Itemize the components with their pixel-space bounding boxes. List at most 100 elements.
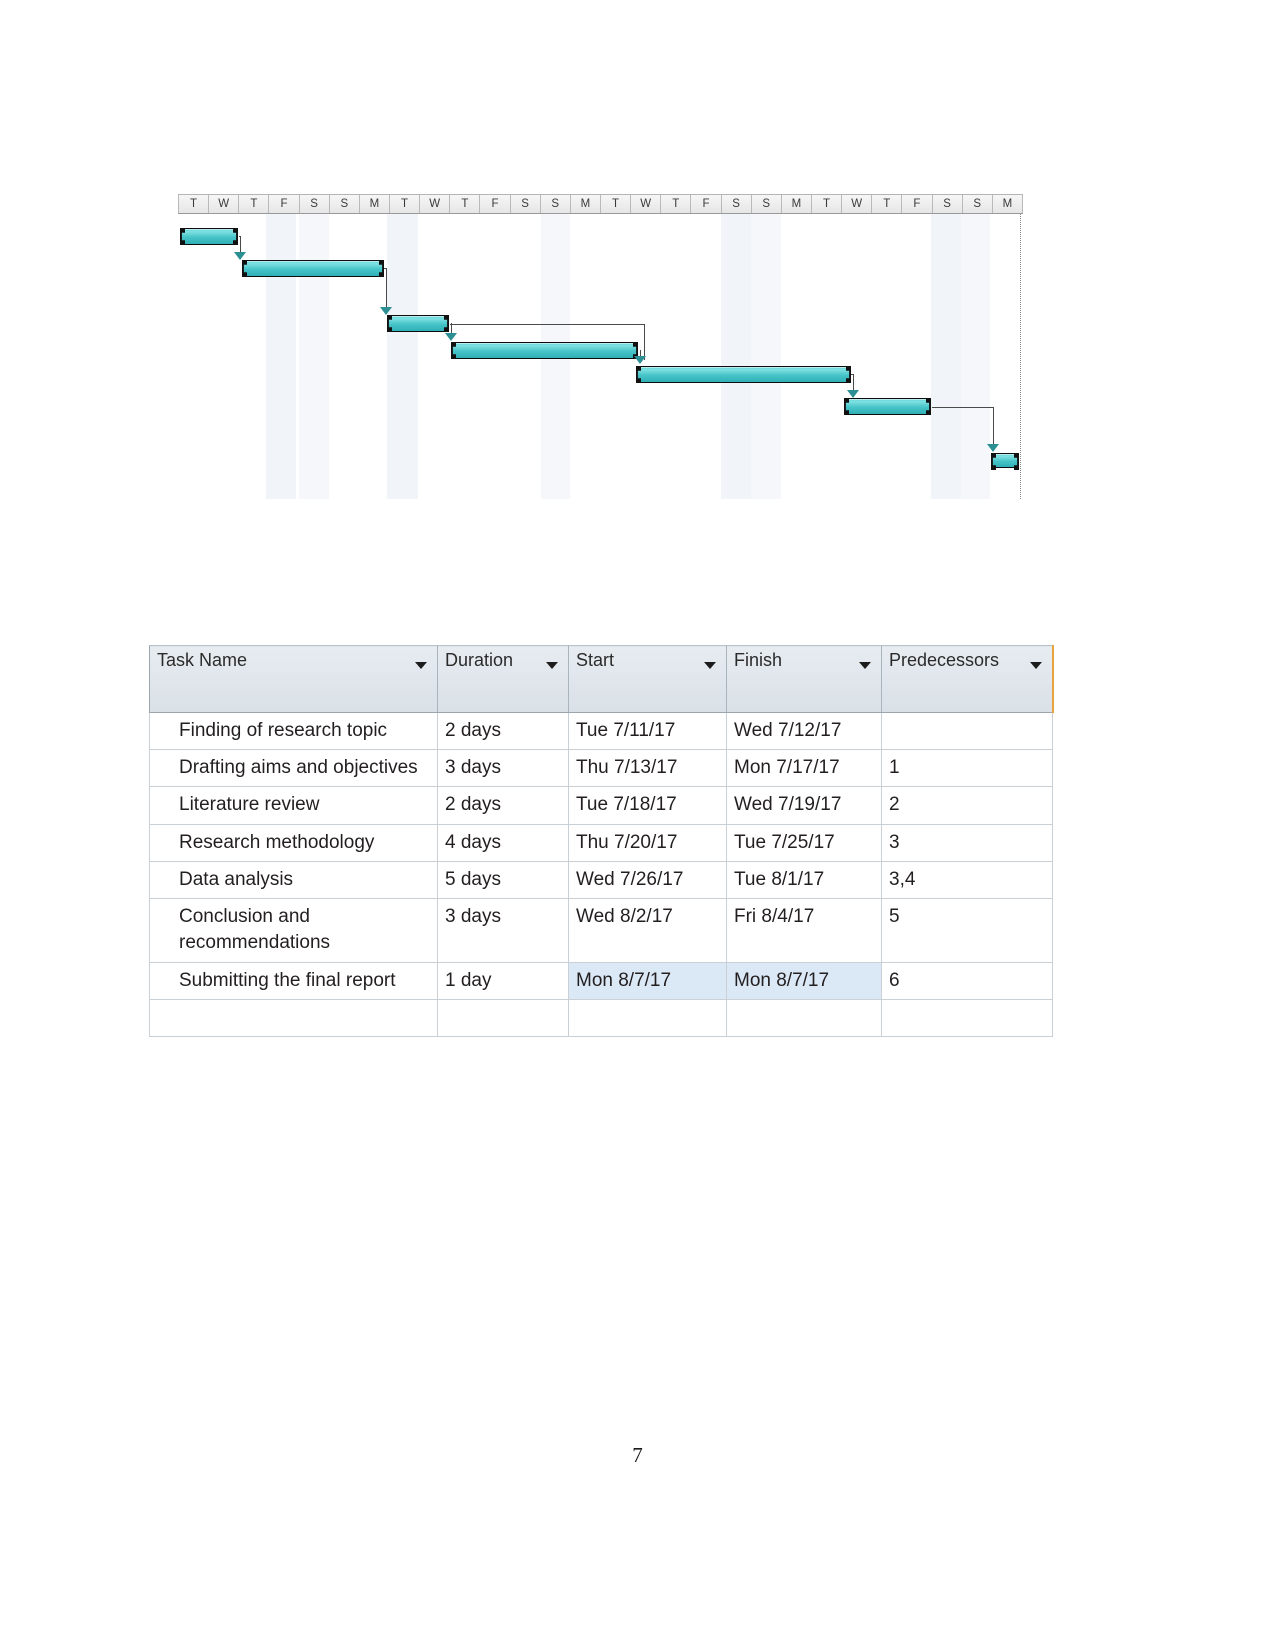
column-header-label: Finish — [734, 650, 783, 670]
filter-dropdown-icon[interactable] — [704, 662, 716, 669]
cell-start[interactable]: Mon 8/7/17 — [568, 962, 727, 1000]
gantt-bar-submitting-the-final-report[interactable] — [991, 453, 1019, 468]
timescale-day-cell: F — [480, 195, 511, 213]
link-line — [384, 268, 387, 269]
cell-duration[interactable]: 2 days — [437, 712, 569, 751]
filter-dropdown-icon[interactable] — [859, 662, 871, 669]
cell-predecessors[interactable]: 6 — [881, 962, 1053, 1000]
cell-task-name[interactable]: Data analysis — [149, 861, 438, 900]
link-line — [644, 324, 645, 360]
timescale-day-cell: S — [933, 195, 963, 213]
weekend-band — [721, 214, 751, 499]
cell-task-name[interactable]: Research methodology — [149, 824, 438, 862]
gantt-bar-literature-review[interactable] — [387, 315, 449, 332]
timescale-day-cell: M — [571, 195, 601, 213]
table-header-row: Task Name Duration Start Finish Predeces… — [149, 645, 1054, 713]
filter-dropdown-icon[interactable] — [1029, 662, 1042, 669]
cell-task-name[interactable]: Submitting the final report — [149, 962, 438, 1000]
cell-task-name[interactable]: Drafting aims and objectives — [149, 749, 438, 788]
gantt-timescale-header: TWTFSSMTWTFSSMTWTFSSMTWTFSSM — [178, 194, 1023, 214]
weekend-band — [931, 214, 961, 499]
table-row[interactable]: Data analysis 5 days Wed 7/26/17 Tue 8/1/17… — [149, 861, 1053, 900]
cell-finish[interactable]: Tue 8/1/17 — [726, 861, 882, 900]
table-row-empty[interactable] — [149, 999, 1053, 1037]
timescale-day-cell: T — [390, 195, 421, 213]
timescale-day-cell: T — [450, 195, 481, 213]
link-line — [450, 324, 644, 325]
column-header-predecessors[interactable]: Predecessors — [881, 645, 1054, 713]
cell-task-name[interactable]: Literature review — [149, 786, 438, 825]
cell-finish[interactable]: Mon 8/7/17 — [726, 962, 882, 1000]
gantt-bar-conclusion-and-recommendations[interactable] — [844, 398, 931, 415]
timescale-day-cell: W — [209, 195, 240, 213]
column-header-label: Start — [576, 650, 615, 670]
column-header-finish[interactable]: Finish — [726, 645, 882, 713]
cell-predecessors[interactable]: 5 — [881, 898, 1053, 963]
cell-duration[interactable]: 3 days — [437, 749, 569, 788]
table-row[interactable]: Literature review 2 days Tue 7/18/17 Wed 7/… — [149, 786, 1053, 825]
timescale-day-cell: F — [691, 195, 722, 213]
gantt-bar-research-methodology[interactable] — [451, 342, 638, 359]
cell-start[interactable]: Thu 7/20/17 — [568, 824, 727, 862]
filter-dropdown-icon[interactable] — [546, 662, 558, 669]
column-header-label: Duration — [445, 650, 514, 670]
table-row[interactable]: Submitting the final report 1 day Mon 8/7/… — [149, 962, 1053, 1000]
cell-predecessors[interactable]: 3 — [881, 824, 1053, 862]
cell-finish[interactable]: Tue 7/25/17 — [726, 824, 882, 862]
cell-predecessors[interactable] — [881, 712, 1053, 751]
cell-empty[interactable] — [568, 999, 727, 1037]
cell-start[interactable]: Wed 8/2/17 — [568, 898, 727, 963]
column-header-label: Task Name — [157, 650, 248, 670]
cell-predecessors[interactable]: 3,4 — [881, 861, 1053, 900]
cell-start[interactable]: Tue 7/18/17 — [568, 786, 727, 825]
gantt-bar-finding-of-research-topic[interactable] — [180, 228, 238, 245]
cell-empty[interactable] — [726, 999, 882, 1037]
timescale-day-cell: W — [842, 195, 873, 213]
table-row[interactable]: Research methodology 4 days Thu 7/20/17 Tue… — [149, 824, 1053, 862]
cell-finish[interactable]: Wed 7/12/17 — [726, 712, 882, 751]
timescale-day-cell: T — [601, 195, 632, 213]
column-header-duration[interactable]: Duration — [437, 645, 569, 713]
gantt-bar-data-analysis[interactable] — [636, 366, 851, 383]
cell-duration[interactable]: 4 days — [437, 824, 569, 862]
timeline-end-marker — [1020, 214, 1021, 499]
timescale-day-cell: M — [993, 195, 1023, 213]
cell-predecessors[interactable]: 2 — [881, 786, 1053, 825]
cell-duration[interactable]: 3 days — [437, 898, 569, 963]
cell-task-name[interactable]: Conclusion and recommendations — [149, 898, 438, 963]
task-table: Task Name Duration Start Finish Predeces… — [149, 645, 1054, 1037]
cell-start[interactable]: Wed 7/26/17 — [568, 861, 727, 900]
timescale-day-cell: T — [661, 195, 692, 213]
table-row[interactable]: Drafting aims and objectives 3 days Thu 7/… — [149, 749, 1053, 788]
timescale-day-cell: S — [511, 195, 541, 213]
timescale-day-cell: S — [330, 195, 360, 213]
cell-empty[interactable] — [881, 999, 1053, 1037]
gantt-chart: TWTFSSMTWTFSSMTWTFSSMTWTFSSM — [178, 194, 1023, 499]
table-row[interactable]: Finding of research topic 2 days Tue 7/11/… — [149, 712, 1053, 751]
column-header-task-name[interactable]: Task Name — [149, 645, 438, 713]
link-arrow-icon — [380, 307, 392, 315]
cell-predecessors[interactable]: 1 — [881, 749, 1053, 788]
link-arrow-icon — [634, 356, 646, 364]
table-body: Finding of research topic 2 days Tue 7/11/… — [149, 712, 1053, 1037]
cell-empty[interactable] — [437, 999, 569, 1037]
cell-empty[interactable] — [149, 999, 438, 1037]
cell-task-name[interactable]: Finding of research topic — [149, 712, 438, 751]
column-header-start[interactable]: Start — [568, 645, 727, 713]
cell-duration[interactable]: 1 day — [437, 962, 569, 1000]
cell-finish[interactable]: Fri 8/4/17 — [726, 898, 882, 963]
timescale-day-cell: F — [269, 195, 300, 213]
timescale-day-cell: W — [420, 195, 451, 213]
gantt-bar-drafting-aims-and-objectives[interactable] — [242, 260, 384, 277]
timescale-day-cell: S — [541, 195, 571, 213]
cell-duration[interactable]: 2 days — [437, 786, 569, 825]
link-arrow-icon — [847, 390, 859, 398]
table-row[interactable]: Conclusion and recommendations 3 days Wed … — [149, 898, 1053, 963]
cell-finish[interactable]: Mon 7/17/17 — [726, 749, 882, 788]
cell-duration[interactable]: 5 days — [437, 861, 569, 900]
cell-start[interactable]: Tue 7/11/17 — [568, 712, 727, 751]
column-header-label: Predecessors — [889, 650, 1000, 670]
filter-dropdown-icon[interactable] — [415, 662, 427, 669]
cell-start[interactable]: Thu 7/13/17 — [568, 749, 727, 788]
cell-finish[interactable]: Wed 7/19/17 — [726, 786, 882, 825]
